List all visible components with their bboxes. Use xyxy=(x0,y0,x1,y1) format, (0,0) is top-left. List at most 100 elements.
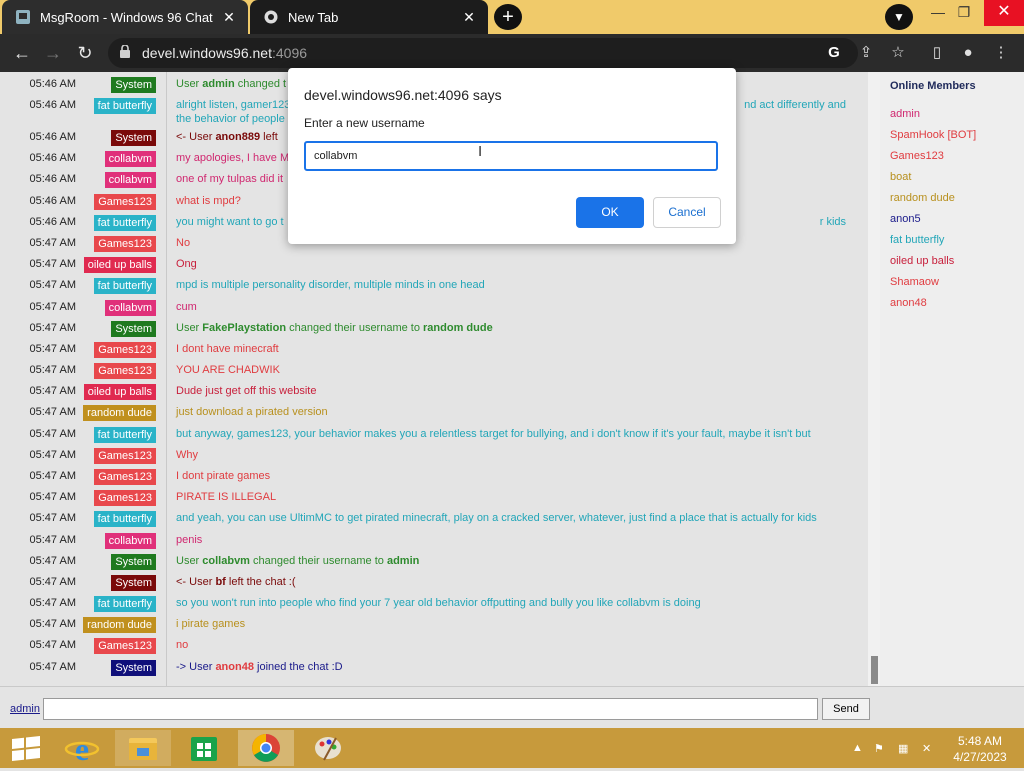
message-username-badge[interactable]: Games123 xyxy=(94,638,156,654)
member-item[interactable]: anon5 xyxy=(890,213,921,225)
clock-time[interactable]: 5:48 AM xyxy=(955,734,1005,748)
message-time: 05:47 AM xyxy=(29,322,76,334)
file-explorer-icon[interactable] xyxy=(115,730,171,766)
forward-arrow-icon[interactable]: → xyxy=(40,40,66,66)
message-username-badge[interactable]: Games123 xyxy=(94,194,156,210)
message-text: No xyxy=(176,237,191,249)
message-username-badge[interactable]: random dude xyxy=(83,617,156,633)
member-item[interactable]: SpamHook [BOT] xyxy=(890,129,976,141)
chat-message: 05:47 AM Games123 I dont have minecraft xyxy=(0,340,868,361)
close-icon[interactable]: ✕ xyxy=(462,9,476,26)
message-username-badge[interactable]: Games123 xyxy=(94,236,156,252)
message-username-badge[interactable]: random dude xyxy=(83,405,156,421)
message-username-badge[interactable]: collabvm xyxy=(104,533,156,549)
volume-muted-icon[interactable]: ✕ xyxy=(922,742,938,756)
chat-message: 05:47 AM System -> User anon48 joined the … xyxy=(0,658,868,679)
clock-date[interactable]: 4/27/2023 xyxy=(950,750,1010,764)
scrollbar-thumb[interactable] xyxy=(871,656,878,684)
my-username-link[interactable]: admin xyxy=(10,703,40,715)
message-username-badge[interactable]: collabvm xyxy=(104,172,156,188)
flag-icon[interactable]: ⚑ xyxy=(874,742,890,756)
send-button[interactable]: Send xyxy=(822,698,870,720)
message-text: PIRATE IS ILLEGAL xyxy=(176,491,277,503)
star-icon[interactable]: ☆ xyxy=(887,42,909,64)
message-username-badge[interactable]: Games123 xyxy=(94,469,156,485)
address-bar[interactable]: devel.windows96.net:4096 xyxy=(108,38,858,68)
kebab-menu-icon[interactable]: ⋮ xyxy=(990,42,1012,64)
message-username-badge[interactable]: System xyxy=(111,554,156,570)
member-item[interactable]: oiled up balls xyxy=(890,255,954,267)
google-icon[interactable]: G xyxy=(823,42,845,64)
message-time: 05:47 AM xyxy=(29,618,76,630)
message-time: 05:46 AM xyxy=(29,131,76,143)
message-text: but anyway, games123, your behavior make… xyxy=(176,428,811,440)
message-username-badge[interactable]: System xyxy=(111,575,156,591)
member-item[interactable]: Games123 xyxy=(890,150,944,162)
message-username-badge[interactable]: oiled up balls xyxy=(83,384,156,400)
chevron-up-icon[interactable]: ▲ xyxy=(852,742,868,756)
tab-search-icon[interactable]: ▼ xyxy=(885,4,913,30)
chat-message-input[interactable] xyxy=(43,698,818,720)
message-username-badge[interactable]: System xyxy=(111,321,156,337)
message-username-badge[interactable]: collabvm xyxy=(104,151,156,167)
message-username-badge[interactable]: fat butterfly xyxy=(93,215,156,231)
chat-message: 05:47 AM oiled up balls Dude just get off … xyxy=(0,382,868,403)
message-username-badge[interactable]: collabvm xyxy=(104,300,156,316)
message-text: <- User anon889 left xyxy=(176,131,278,143)
message-username-badge[interactable]: fat butterfly xyxy=(93,278,156,294)
close-icon[interactable]: ✕ xyxy=(222,9,236,26)
paint-icon[interactable] xyxy=(300,730,356,766)
message-username-badge[interactable]: System xyxy=(111,77,156,93)
internet-explorer-icon[interactable]: e xyxy=(54,730,110,767)
message-username-badge[interactable]: fat butterfly xyxy=(93,98,156,114)
chat-message: 05:47 AM fat butterfly but anyway, games12… xyxy=(0,425,868,446)
message-username-badge[interactable]: Games123 xyxy=(94,342,156,358)
cancel-button[interactable]: Cancel xyxy=(653,197,721,228)
message-time: 05:47 AM xyxy=(29,555,76,567)
maximize-icon[interactable]: ❐ xyxy=(948,0,980,26)
message-username-badge[interactable]: Games123 xyxy=(94,363,156,379)
username-input[interactable]: collabvm xyxy=(304,141,718,171)
tab-msgroom[interactable]: MsgRoom - Windows 96 Chat ✕ xyxy=(2,0,248,34)
message-username-badge[interactable]: System xyxy=(111,660,156,676)
plus-icon[interactable]: + xyxy=(494,4,522,30)
message-username-badge[interactable]: fat butterfly xyxy=(93,427,156,443)
profile-icon[interactable]: ● xyxy=(957,42,979,64)
reload-icon[interactable]: ↻ xyxy=(72,40,98,66)
message-text: Why xyxy=(176,449,198,461)
close-icon[interactable]: ✕ xyxy=(984,0,1024,26)
text-cursor-icon: I xyxy=(478,143,483,160)
network-icon[interactable]: ▦ xyxy=(898,742,914,756)
online-members-panel: Online Members admin SpamHook [BOT] Games1… xyxy=(880,72,1024,686)
member-item[interactable]: boat xyxy=(890,171,911,183)
member-item[interactable]: anon48 xyxy=(890,297,927,309)
message-text: Ong xyxy=(176,258,197,270)
back-arrow-icon[interactable]: ← xyxy=(9,40,35,66)
chat-scrollbar[interactable] xyxy=(868,72,880,686)
ok-button[interactable]: OK xyxy=(576,197,644,228)
message-username-badge[interactable]: Games123 xyxy=(94,490,156,506)
message-username-badge[interactable]: fat butterfly xyxy=(93,596,156,612)
member-item[interactable]: random dude xyxy=(890,192,955,204)
chat-message: 05:47 AM collabvm cum xyxy=(0,298,868,319)
share-icon[interactable]: ⇪ xyxy=(855,42,877,64)
message-username-badge[interactable]: oiled up balls xyxy=(83,257,156,273)
member-item[interactable]: admin xyxy=(890,108,920,120)
message-text: just download a pirated version xyxy=(176,406,328,418)
message-username-badge[interactable]: System xyxy=(111,130,156,146)
sidepanel-icon[interactable]: ▯ xyxy=(926,42,948,64)
chat-message: 05:47 AM random dude just download a pirat… xyxy=(0,403,868,424)
message-username-badge[interactable]: Games123 xyxy=(94,448,156,464)
message-time: 05:46 AM xyxy=(29,216,76,228)
chat-message: 05:47 AM fat butterfly so you won't run in… xyxy=(0,594,868,615)
tab-new-tab[interactable]: New Tab ✕ xyxy=(250,0,488,34)
member-item[interactable]: fat butterfly xyxy=(890,234,944,246)
msgroom-favicon xyxy=(16,10,30,24)
store-icon[interactable] xyxy=(176,730,232,766)
message-username-badge[interactable]: fat butterfly xyxy=(93,511,156,527)
message-text: so you won't run into people who find yo… xyxy=(176,597,701,609)
member-item[interactable]: Shamaow xyxy=(890,276,939,288)
message-text: my apologies, I have MP xyxy=(176,152,297,164)
windows-start-icon[interactable] xyxy=(0,730,52,766)
chrome-icon[interactable] xyxy=(238,730,294,766)
